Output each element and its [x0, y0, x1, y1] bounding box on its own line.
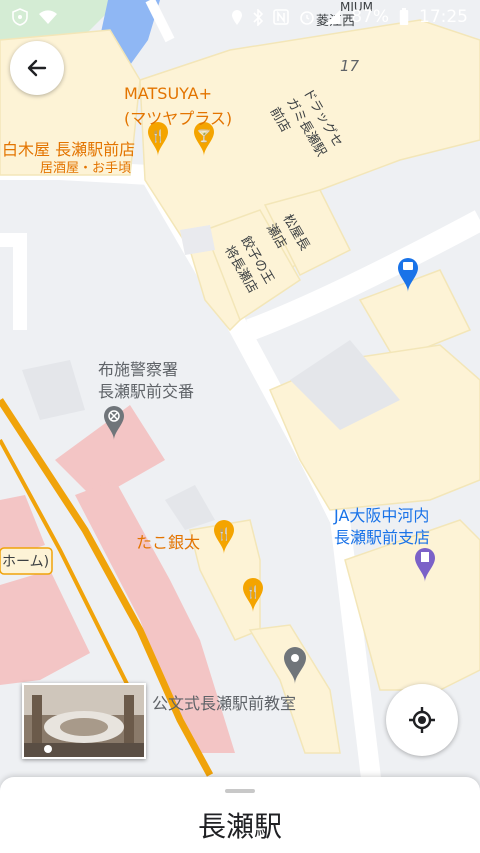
- status-bar: 87% 17:25: [0, 0, 480, 34]
- svg-text:🍴: 🍴: [246, 585, 261, 599]
- svg-text:🍴: 🍴: [151, 129, 166, 143]
- svg-text:🍸: 🍸: [197, 128, 212, 143]
- takoginta-label[interactable]: たこ銀太: [136, 529, 200, 553]
- my-location-button[interactable]: [386, 684, 458, 756]
- svg-text:🍴: 🍴: [217, 527, 232, 541]
- block-number-label: 17: [340, 57, 360, 75]
- small-structure: [180, 225, 215, 255]
- shield-icon: [12, 8, 28, 26]
- bottom-sheet[interactable]: 長瀬駅: [0, 777, 480, 853]
- place-title: 長瀬駅: [197, 810, 282, 843]
- police-label-1[interactable]: 布施警察署: [98, 356, 178, 380]
- matsuya-label-1[interactable]: MATSUYA+: [124, 84, 212, 103]
- bluetooth-icon: [253, 8, 264, 26]
- back-button[interactable]: [10, 41, 64, 95]
- matsuya-label-2[interactable]: (マツヤプラス): [124, 105, 232, 129]
- nfc-icon: [273, 9, 290, 25]
- battery-icon: [399, 8, 409, 26]
- ja-label-2[interactable]: 長瀬駅前支店: [334, 524, 430, 548]
- location-icon: [231, 9, 243, 26]
- alarm-icon: [299, 9, 315, 25]
- my-location-icon: [409, 707, 435, 733]
- sheet-drag-handle[interactable]: [225, 789, 255, 793]
- kumon-label[interactable]: 公文式長瀬駅前教室: [152, 690, 296, 714]
- signal-icon: [325, 9, 341, 25]
- platform-label: ホーム): [2, 554, 50, 570]
- back-arrow-icon: [27, 59, 47, 77]
- wifi-icon: [38, 9, 58, 25]
- battery-percent: 87%: [351, 7, 389, 27]
- shirokiya-category-label: 居酒屋・お手頃: [40, 161, 132, 176]
- street-view-thumbnail[interactable]: [22, 683, 146, 759]
- police-label-2[interactable]: 長瀬駅前交番: [98, 378, 194, 402]
- clock: 17:25: [419, 7, 468, 27]
- ja-label-1[interactable]: JA大阪中河内: [334, 502, 429, 526]
